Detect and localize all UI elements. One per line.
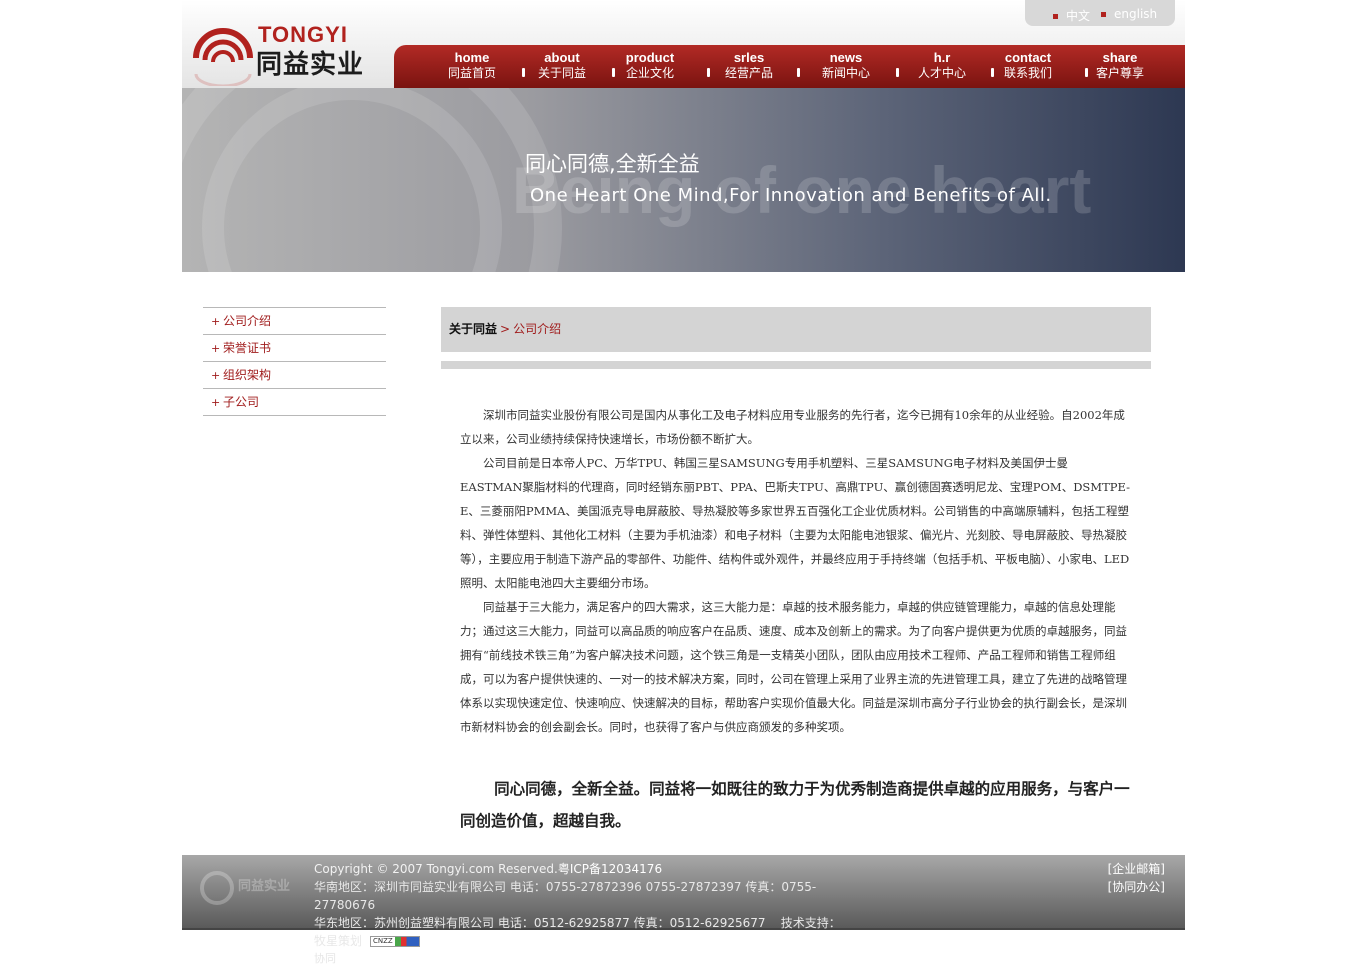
banner-slogan-en: One Heart One Mind,For Innovation and Be… xyxy=(530,185,1052,206)
nav-label-en: product xyxy=(625,50,675,65)
sidebar-item-label: 公司介绍 xyxy=(223,314,272,328)
sidebar-menu: + 公司介绍 + 荣誉证书 + 组织架构 + 子公司 xyxy=(203,307,386,416)
nav-label-cn: 企业文化 xyxy=(625,66,674,80)
hero-banner: Being of one heart 同心同德,全新全益 One Heart O… xyxy=(182,88,1185,272)
article-paragraph: 公司目前是日本帝人PC、万华TPU、韩国三星SAMSUNG专用手机塑料、三星SA… xyxy=(460,456,1130,590)
footer-icp-link[interactable]: 粤ICP备12034176 xyxy=(558,862,662,876)
logo-text-cn: 同益实业 xyxy=(256,50,365,80)
lang-chinese-label: 中文 xyxy=(1066,9,1091,23)
nav-label-en: share xyxy=(1102,50,1138,65)
nav-item-contact[interactable]: contact 联系我们 xyxy=(988,50,1068,81)
plus-icon: + xyxy=(211,342,221,355)
sidebar-item-label: 子公司 xyxy=(223,395,260,409)
nav-label-cn: 联系我们 xyxy=(1003,66,1052,80)
bullet-icon xyxy=(1101,12,1106,17)
cnzz-stats-badge[interactable]: CNZZ xyxy=(370,936,421,947)
nav-label-en: contact xyxy=(1004,50,1052,65)
nav-label-cn: 同益首页 xyxy=(447,66,496,80)
nav-item-srles[interactable]: srles 经营产品 xyxy=(709,50,789,81)
plus-icon: + xyxy=(211,315,221,328)
article-paragraph: 同益基于三大能力，满足客户的四大需求，这三大能力是：卓越的技术服务能力，卓越的供… xyxy=(460,600,1127,734)
company-motto: 同心同德，全新全益。同益将一如既往的致力于为优秀制造商提供卓越的应用服务，与客户… xyxy=(460,779,1130,830)
article-body: 深圳市同益实业股份有限公司是国内从事化工及电子材料应用专业服务的先行者，迄今已拥… xyxy=(460,403,1130,739)
footer: 同益实业 Copyright © 2007 Tongyi.com Reserve… xyxy=(182,855,1185,948)
lang-english-label: english xyxy=(1114,7,1158,21)
nav-label-en: home xyxy=(454,50,490,65)
footer-logo: 同益实业 xyxy=(198,867,298,909)
footer-logo-text: 同益实业 xyxy=(238,879,291,894)
nav-label-en: srles xyxy=(733,50,765,65)
footer-info: Copyright © 2007 Tongyi.com Reserved.粤IC… xyxy=(314,860,844,950)
sidebar-item-organization[interactable]: + 组织架构 xyxy=(203,362,386,389)
page-wrapper: TONGYI 同益实业 中文 english home 同益首页 about 关于同… xyxy=(182,0,1185,830)
nav-item-about[interactable]: about 关于同益 xyxy=(522,50,602,81)
footer-logo-ring-icon xyxy=(200,871,234,905)
nav-label-en: about xyxy=(544,50,580,65)
nav-item-share[interactable]: share 客户尊享 xyxy=(1080,50,1160,81)
sidebar-item-label: 组织架构 xyxy=(223,368,272,382)
sidebar-item-subsidiaries[interactable]: + 子公司 xyxy=(203,389,386,416)
footer-south-contact: 华南地区：深圳市同益实业有限公司 电话：0755-27872396 0755-2… xyxy=(314,880,817,912)
nav-label-cn: 关于同益 xyxy=(537,66,586,80)
nav-separator xyxy=(797,68,800,77)
banner-slogan-cn: 同心同德,全新全益 xyxy=(525,152,700,176)
divider-bar xyxy=(441,361,1151,369)
sidebar-item-company-intro[interactable]: + 公司介绍 xyxy=(203,308,386,335)
nav-item-home[interactable]: home 同益首页 xyxy=(432,50,512,81)
footer-mail-link[interactable]: [企业邮箱] xyxy=(1108,860,1165,878)
main-nav: home 同益首页 about 关于同益 product 企业文化 srles 经营产品… xyxy=(394,45,1185,88)
plus-icon: + xyxy=(211,369,221,382)
logo[interactable]: TONGYI 同益实业 xyxy=(192,12,392,88)
article-paragraph: 深圳市同益实业股份有限公司是国内从事化工及电子材料应用专业服务的先行者，迄今已拥… xyxy=(460,408,1125,446)
sidebar-item-label: 荣誉证书 xyxy=(223,341,272,355)
footer-links: [企业邮箱] [协同办公] xyxy=(1108,860,1165,896)
footer-east-contact: 华东地区：苏州创益塑料有限公司 电话：0512-62925877 传真：0512… xyxy=(314,916,766,930)
sidebar-item-honors[interactable]: + 荣誉证书 xyxy=(203,335,386,362)
footer-copyright: Copyright © 2007 Tongyi.com Reserved. xyxy=(314,862,558,876)
lang-chinese-link[interactable]: 中文 xyxy=(1053,7,1090,24)
nav-item-hr[interactable]: h.r 人才中心 xyxy=(902,50,982,81)
breadcrumb-current: 公司介绍 xyxy=(513,322,562,336)
footer-extra-text: 协同 xyxy=(314,952,336,965)
nav-separator xyxy=(896,68,899,77)
header: TONGYI 同益实业 中文 english home 同益首页 about 关于同… xyxy=(182,0,1185,88)
logo-rings-icon xyxy=(193,28,253,86)
nav-item-product[interactable]: product 企业文化 xyxy=(610,50,690,81)
nav-label-cn: 经营产品 xyxy=(724,66,773,80)
nav-label-en: h.r xyxy=(933,50,951,65)
nav-label-cn: 新闻中心 xyxy=(821,66,870,80)
nav-label-cn: 人才中心 xyxy=(917,66,966,80)
nav-label-cn: 客户尊享 xyxy=(1095,66,1144,80)
nav-item-news[interactable]: news 新闻中心 xyxy=(806,50,886,81)
lang-english-link[interactable]: english xyxy=(1101,7,1157,21)
language-bar: 中文 english xyxy=(1025,0,1175,26)
breadcrumb-separator: > xyxy=(500,322,511,336)
footer-office-link[interactable]: [协同办公] xyxy=(1108,878,1165,896)
plus-icon: + xyxy=(211,396,221,409)
breadcrumb: 关于同益 > 公司介绍 xyxy=(441,307,1151,352)
bullet-icon xyxy=(1053,14,1058,19)
breadcrumb-parent-link[interactable]: 关于同益 xyxy=(449,322,497,336)
nav-label-en: news xyxy=(829,50,863,65)
